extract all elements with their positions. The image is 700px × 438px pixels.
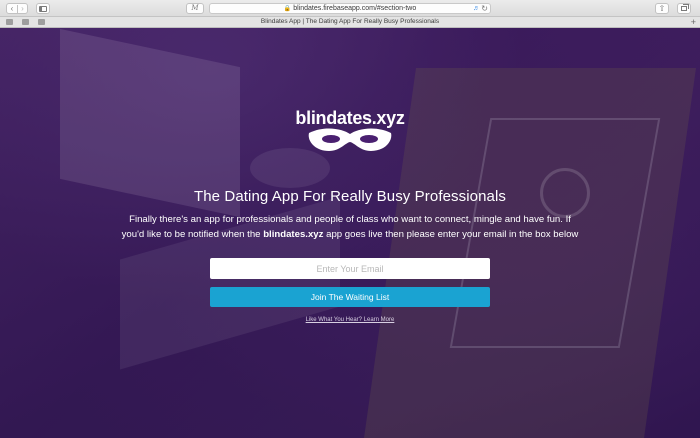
url-text: blindates.firebaseapp.com/#section-two xyxy=(293,5,417,12)
mask-icon xyxy=(308,128,392,151)
description: Finally there's an app for professionals… xyxy=(118,212,582,242)
tabs-icon xyxy=(681,6,687,11)
description-text: app goes live then please enter your ema… xyxy=(323,229,579,240)
reload-icon[interactable]: ↻ xyxy=(481,4,488,13)
description-brand: blindates.xyz xyxy=(263,229,324,240)
hero-section: blindates.xyz The Dating App For Really … xyxy=(0,28,700,438)
forward-button[interactable]: › xyxy=(17,4,27,13)
headline: The Dating App For Really Busy Professio… xyxy=(193,188,507,205)
nav-buttons: ‹ › xyxy=(6,3,28,14)
share-icon: ⇧ xyxy=(658,3,666,13)
tabs-button[interactable] xyxy=(677,3,691,14)
learn-more-link[interactable]: Like What You Hear? Learn More xyxy=(250,317,450,323)
sidebar-icon xyxy=(39,5,47,12)
share-button[interactable]: ⇧ xyxy=(655,3,669,14)
tab-title[interactable]: Blindates App | The Dating App For Reall… xyxy=(0,18,700,25)
join-waiting-list-button[interactable]: Join The Waiting List xyxy=(210,287,490,307)
reader-button[interactable]: M xyxy=(186,3,204,14)
new-tab-icon[interactable]: + xyxy=(691,17,696,27)
lock-icon: 🔒 xyxy=(283,6,292,12)
tab-bar: Blindates App | The Dating App For Reall… xyxy=(0,17,700,28)
sidebar-button[interactable] xyxy=(36,3,50,14)
address-bar[interactable]: 🔒 blindates.firebaseapp.com/#section-two… xyxy=(209,3,491,14)
browser-toolbar: ‹ › M 🔒 blindates.firebaseapp.com/#secti… xyxy=(0,0,700,17)
back-button[interactable]: ‹ xyxy=(7,4,17,13)
audio-icon[interactable]: ♬ xyxy=(473,5,480,12)
email-field[interactable] xyxy=(210,258,490,279)
logo[interactable]: blindates.xyz xyxy=(250,108,450,129)
background-light xyxy=(250,148,330,188)
